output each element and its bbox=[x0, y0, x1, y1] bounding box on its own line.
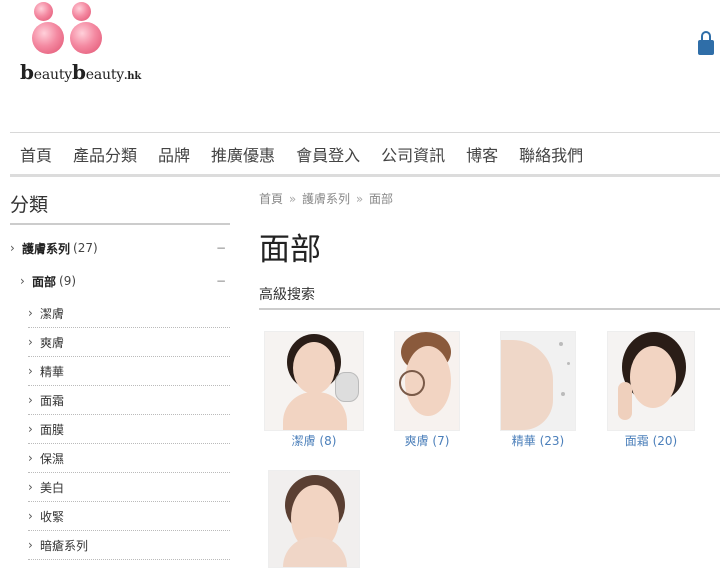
breadcrumb-home[interactable]: 首頁 bbox=[259, 192, 283, 206]
logo-dot bbox=[72, 2, 91, 21]
nav-item-brands[interactable]: 品牌 bbox=[158, 142, 190, 166]
product-caption[interactable]: 面霜 (20) bbox=[607, 432, 695, 449]
category-count: (9) bbox=[59, 274, 77, 288]
category-name: 護膚系列 bbox=[22, 241, 71, 256]
chevron-right-icon: › bbox=[28, 451, 33, 465]
breadcrumb-skincare[interactable]: 護膚系列 bbox=[302, 192, 350, 206]
chevron-right-icon: › bbox=[28, 538, 33, 552]
chevron-right-icon: › bbox=[28, 509, 33, 523]
product-caption[interactable]: 精華 (23) bbox=[493, 432, 583, 449]
nav-item-home[interactable]: 首頁 bbox=[20, 142, 52, 166]
face-shape bbox=[630, 346, 676, 408]
logo-letter: b bbox=[71, 60, 86, 84]
sidebar-item-toner[interactable]: › 爽膚 bbox=[28, 328, 230, 357]
nav-item-promotions[interactable]: 推廣優惠 bbox=[211, 142, 275, 166]
chevron-right-icon: › bbox=[28, 393, 33, 407]
sidebar-item-mask[interactable]: › 面膜 bbox=[28, 415, 230, 444]
nav-item-blog[interactable]: 博客 bbox=[466, 142, 498, 166]
breadcrumb-separator: » bbox=[288, 192, 297, 206]
shoulders-shape bbox=[283, 537, 347, 567]
logo-dot bbox=[70, 22, 102, 54]
sidebar-item-whitening[interactable]: › 美白 bbox=[28, 473, 230, 502]
chevron-right-icon: › bbox=[28, 364, 33, 378]
chevron-right-icon: › bbox=[28, 306, 33, 320]
product-image[interactable] bbox=[500, 331, 576, 431]
logo-text: eauty bbox=[85, 67, 124, 83]
device-shape bbox=[335, 372, 359, 402]
chevron-right-icon: › bbox=[20, 274, 25, 288]
category-face[interactable]: › 面部 (9) − bbox=[10, 271, 230, 291]
subcategory-list: › 潔膚 › 爽膚 › 精華 › 面霜 › 面膜 › 保濕 › 美白 › 收緊 › 暗瘡系列 bbox=[28, 299, 230, 560]
product-image[interactable] bbox=[607, 331, 695, 431]
logo-suffix: .hk bbox=[123, 71, 142, 82]
sidebar-item-label: 美白 bbox=[40, 480, 65, 495]
face-profile-shape bbox=[501, 340, 553, 430]
collapse-icon[interactable]: − bbox=[216, 241, 226, 255]
chevron-right-icon: › bbox=[28, 480, 33, 494]
breadcrumb-separator: » bbox=[355, 192, 364, 206]
sidebar-item-label: 保濕 bbox=[40, 451, 65, 466]
sidebar-item-label: 收緊 bbox=[40, 509, 65, 524]
nav-item-login[interactable]: 會員登入 bbox=[296, 142, 360, 166]
product-card-toner[interactable]: 爽膚 (7) bbox=[394, 331, 460, 449]
nav-item-categories[interactable]: 產品分類 bbox=[73, 142, 137, 166]
sidebar-title: 分類 bbox=[10, 190, 230, 225]
product-image[interactable] bbox=[268, 470, 360, 568]
logo-letter: b bbox=[20, 60, 34, 84]
face-shape bbox=[293, 342, 335, 394]
hand-shape bbox=[618, 382, 632, 420]
product-caption[interactable]: 潔膚 (8) bbox=[264, 432, 364, 449]
product-caption[interactable]: 爽膚 (7) bbox=[394, 432, 460, 449]
water-drop bbox=[559, 342, 563, 346]
sidebar-item-moisturizing[interactable]: › 保濕 bbox=[28, 444, 230, 473]
category-count: (27) bbox=[73, 241, 98, 255]
breadcrumb: 首頁 » 護膚系列 » 面部 bbox=[259, 190, 720, 210]
sidebar-item-acne[interactable]: › 暗瘡系列 bbox=[28, 531, 230, 560]
nav-item-company[interactable]: 公司資訊 bbox=[381, 142, 445, 166]
magnifier-shape bbox=[399, 370, 425, 396]
breadcrumb-current: 面部 bbox=[369, 192, 394, 206]
sidebar-item-label: 面霜 bbox=[40, 393, 65, 408]
logo-dot bbox=[32, 22, 64, 54]
product-card-serum[interactable]: 精華 (23) bbox=[493, 331, 583, 449]
sidebar-item-serum[interactable]: › 精華 bbox=[28, 357, 230, 386]
sidebar-item-label: 精華 bbox=[40, 364, 65, 379]
shopping-bag-icon[interactable] bbox=[697, 31, 715, 56]
logo-text: eauty bbox=[33, 67, 72, 83]
logo-dot bbox=[34, 2, 53, 21]
water-drop bbox=[567, 362, 570, 365]
category-skincare[interactable]: › 護膚系列 (27) − bbox=[10, 225, 230, 271]
nav-item-contact[interactable]: 聯絡我們 bbox=[519, 142, 583, 166]
product-image[interactable] bbox=[264, 331, 364, 431]
category-name: 面部 bbox=[32, 274, 57, 289]
sidebar-item-label: 暗瘡系列 bbox=[40, 538, 89, 553]
sidebar-item-label: 面膜 bbox=[40, 422, 65, 437]
advanced-search-link[interactable]: 高級搜索 bbox=[259, 284, 720, 310]
product-card-acne[interactable] bbox=[268, 470, 360, 568]
main-content: 首頁 » 護膚系列 » 面部 面部 高級搜索 bbox=[259, 190, 720, 310]
product-card-cream[interactable]: 面霜 (20) bbox=[607, 331, 695, 449]
product-image[interactable] bbox=[394, 331, 460, 431]
sidebar-item-cleansing[interactable]: › 潔膚 bbox=[28, 299, 230, 328]
sidebar-item-label: 潔膚 bbox=[40, 306, 65, 321]
site-logo[interactable]: beautybeauty.hk bbox=[20, 2, 141, 88]
collapse-icon[interactable]: − bbox=[216, 274, 226, 288]
chevron-right-icon: › bbox=[28, 422, 33, 436]
sidebar-item-label: 爽膚 bbox=[40, 335, 65, 350]
sidebar-item-cream[interactable]: › 面霜 bbox=[28, 386, 230, 415]
chevron-right-icon: › bbox=[28, 335, 33, 349]
category-sidebar: 分類 › 護膚系列 (27) − › 面部 (9) − › 潔膚 › 爽膚 › 精華 … bbox=[10, 190, 230, 560]
sidebar-item-firming[interactable]: › 收緊 bbox=[28, 502, 230, 531]
product-card-cleansing[interactable]: 潔膚 (8) bbox=[264, 331, 364, 449]
logo-wordmark: beautybeauty.hk bbox=[20, 60, 141, 84]
chevron-right-icon: › bbox=[10, 241, 15, 255]
main-nav: 首頁 產品分類 品牌 推廣優惠 會員登入 公司資訊 博客 聯絡我們 bbox=[10, 132, 720, 177]
water-drop bbox=[561, 392, 565, 396]
page-title: 面部 bbox=[259, 232, 321, 268]
